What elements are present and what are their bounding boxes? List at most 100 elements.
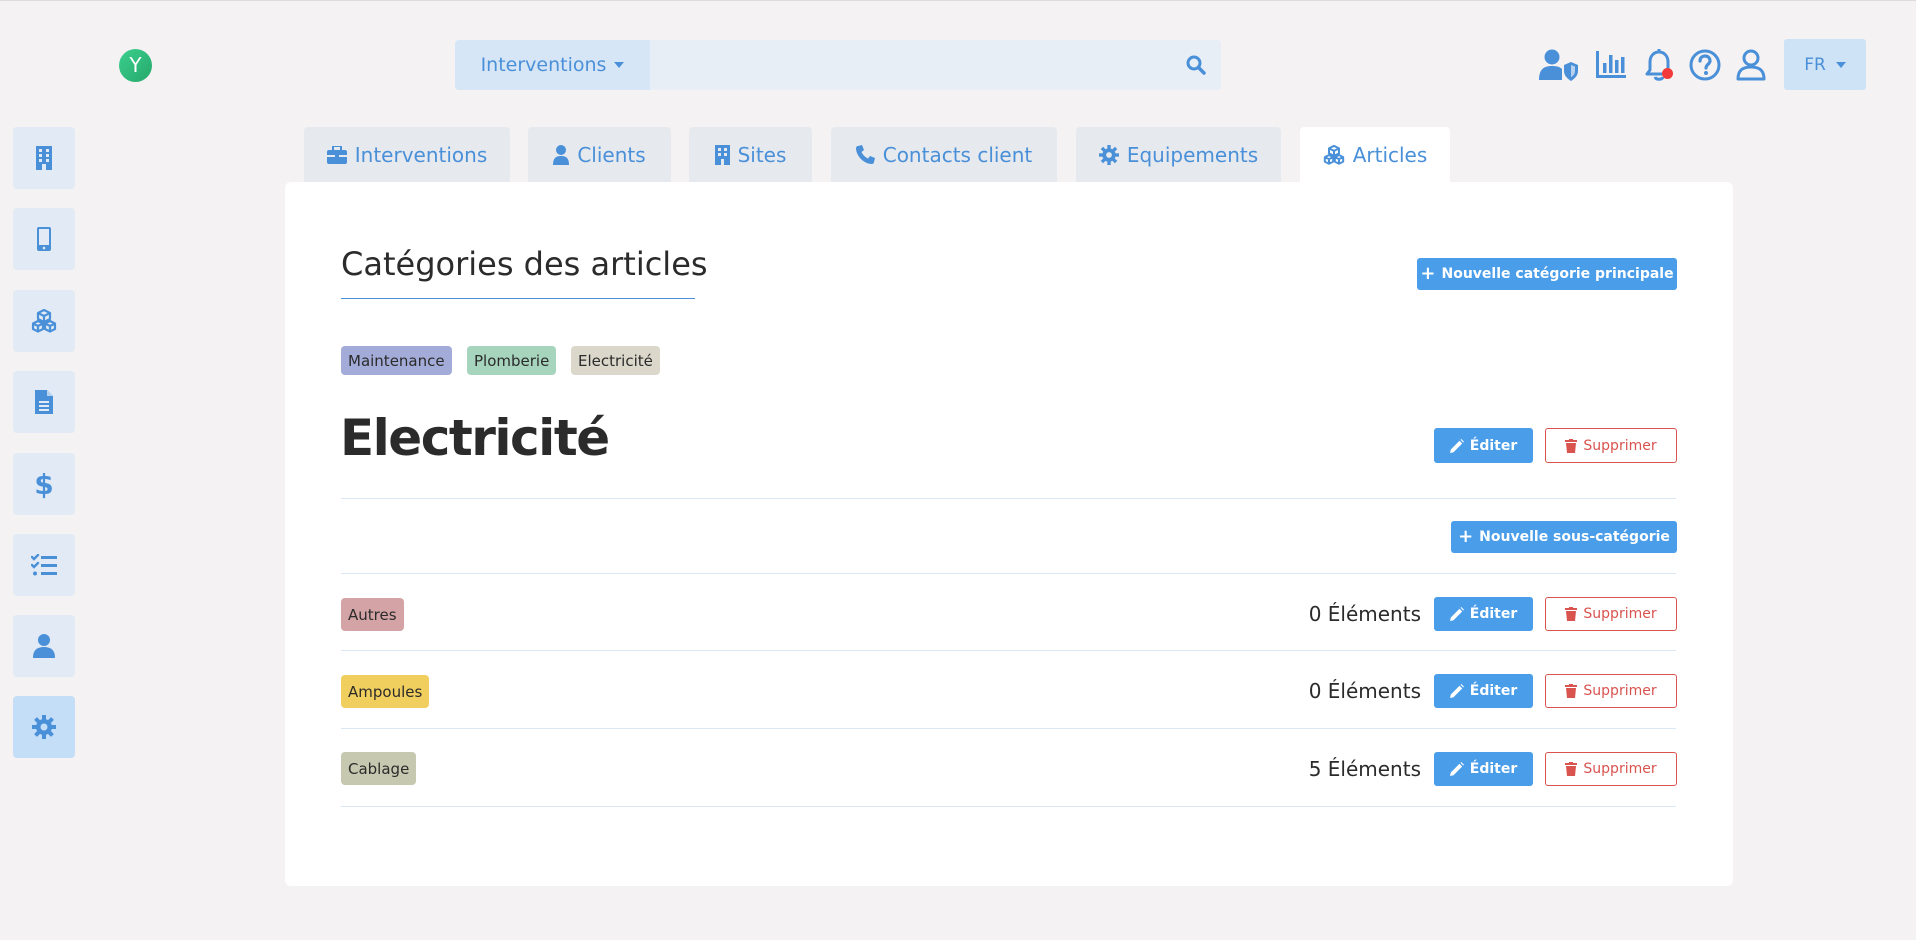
- phone-icon: [855, 145, 875, 164]
- button-label: Supprimer: [1583, 761, 1657, 777]
- tab-interventions[interactable]: Interventions: [304, 127, 510, 182]
- sidebar-item-documents[interactable]: [13, 371, 75, 433]
- chip-label: Plomberie: [474, 351, 550, 370]
- notification-dot: [1662, 68, 1673, 79]
- gear-icon: [32, 715, 56, 739]
- tab-label: Equipements: [1126, 142, 1259, 167]
- cubes-icon: [1323, 144, 1345, 165]
- pencil-icon: [1449, 684, 1464, 698]
- search-input[interactable]: [650, 40, 1171, 90]
- building-icon: [714, 144, 730, 165]
- selected-category-title: Electricité: [340, 409, 610, 467]
- tab-label: Contacts client: [882, 142, 1033, 167]
- caret-down-icon: [1835, 61, 1846, 68]
- search-icon[interactable]: [1171, 40, 1221, 90]
- plus-icon: +: [1420, 263, 1436, 284]
- edit-subcategory-button[interactable]: Éditer: [1434, 597, 1533, 631]
- button-label: Éditer: [1469, 683, 1518, 699]
- delete-subcategory-button[interactable]: Supprimer: [1545, 674, 1677, 708]
- chip-label: Maintenance: [348, 351, 445, 370]
- user-icon: [33, 634, 55, 658]
- pencil-icon: [1449, 762, 1464, 776]
- briefcase-icon: [326, 145, 347, 164]
- trash-icon: [1565, 607, 1578, 621]
- tab-equipements[interactable]: Equipements: [1076, 127, 1281, 182]
- button-label: Nouvelle catégorie principale: [1441, 266, 1674, 282]
- chip-label: Autres: [348, 605, 397, 624]
- tab-label: Clients: [577, 142, 646, 167]
- tasks-icon: [31, 554, 57, 576]
- divider: [341, 728, 1676, 729]
- profile-icon[interactable]: [1731, 45, 1771, 85]
- edit-subcategory-button[interactable]: Éditer: [1434, 674, 1533, 708]
- app-logo[interactable]: Y: [119, 49, 152, 82]
- sidebar-item-articles[interactable]: [13, 290, 75, 352]
- dollar-icon: $: [34, 467, 54, 501]
- user-shield-icon[interactable]: [1538, 45, 1578, 85]
- edit-category-button[interactable]: Éditer: [1434, 428, 1533, 463]
- page-title: Catégories des articles: [341, 245, 708, 283]
- tab-label: Sites: [737, 142, 787, 167]
- sidebar-item-buildings[interactable]: [13, 127, 75, 189]
- user-icon: [553, 144, 570, 165]
- cubes-icon: [31, 309, 57, 333]
- chart-icon[interactable]: [1591, 45, 1631, 85]
- button-label: Nouvelle sous-catégorie: [1479, 529, 1670, 545]
- main-category-chip[interactable]: Maintenance: [341, 346, 452, 375]
- divider: [341, 650, 1676, 651]
- gear-icon: [1098, 144, 1119, 165]
- pencil-icon: [1449, 438, 1464, 453]
- button-label: Supprimer: [1583, 606, 1657, 622]
- item-count: 0 Éléments: [1308, 602, 1421, 626]
- divider: [341, 806, 1676, 807]
- language-label: FR: [1804, 54, 1826, 75]
- tab-label: Interventions: [354, 142, 488, 167]
- sidebar-item-mobile[interactable]: [13, 208, 75, 270]
- language-dropdown[interactable]: FR: [1784, 39, 1866, 90]
- tab-contacts-client[interactable]: Contacts client: [831, 127, 1057, 182]
- button-label: Éditer: [1469, 437, 1518, 454]
- sidebar-item-settings[interactable]: [13, 696, 75, 758]
- chip-label: Ampoules: [348, 682, 423, 701]
- tab-articles[interactable]: Articles: [1300, 127, 1450, 182]
- button-label: Supprimer: [1583, 437, 1657, 454]
- tab-clients[interactable]: Clients: [528, 127, 671, 182]
- pencil-icon: [1449, 607, 1464, 621]
- item-count: 0 Éléments: [1308, 679, 1421, 703]
- main-category-chip[interactable]: Plomberie: [467, 346, 557, 375]
- search-scope-dropdown[interactable]: Interventions: [455, 40, 650, 90]
- subcategory-chip[interactable]: Autres: [341, 598, 404, 631]
- edit-subcategory-button[interactable]: Éditer: [1434, 752, 1533, 786]
- building-icon: [35, 146, 53, 170]
- chip-label: Cablage: [348, 759, 410, 778]
- bell-icon[interactable]: [1639, 45, 1679, 85]
- help-icon[interactable]: [1685, 45, 1725, 85]
- chip-label: Electricité: [578, 351, 653, 370]
- delete-category-button[interactable]: Supprimer: [1545, 428, 1677, 463]
- trash-icon: [1565, 684, 1578, 698]
- sidebar-item-users[interactable]: [13, 615, 75, 677]
- divider: [341, 573, 1676, 574]
- main-category-chip[interactable]: Electricité: [571, 346, 660, 375]
- search-scope-label: Interventions: [480, 54, 607, 76]
- button-label: Éditer: [1469, 761, 1518, 777]
- trash-icon: [1565, 438, 1578, 453]
- item-count: 5 Éléments: [1308, 757, 1421, 781]
- trash-icon: [1565, 762, 1578, 776]
- document-icon: [35, 390, 53, 414]
- sidebar-item-tasks[interactable]: [13, 534, 75, 596]
- divider: [341, 498, 1676, 499]
- delete-subcategory-button[interactable]: Supprimer: [1545, 597, 1677, 631]
- subcategory-chip[interactable]: Cablage: [341, 752, 417, 785]
- title-underline: [341, 298, 695, 299]
- delete-subcategory-button[interactable]: Supprimer: [1545, 752, 1677, 786]
- mobile-icon: [37, 227, 51, 251]
- new-main-category-button[interactable]: + Nouvelle catégorie principale: [1417, 258, 1677, 290]
- button-label: Supprimer: [1583, 683, 1657, 699]
- subcategory-chip[interactable]: Ampoules: [341, 675, 430, 708]
- new-subcategory-button[interactable]: + Nouvelle sous-catégorie: [1451, 521, 1677, 553]
- sidebar-item-finance[interactable]: $: [13, 453, 75, 515]
- caret-down-icon: [614, 62, 625, 68]
- button-label: Éditer: [1469, 606, 1518, 622]
- tab-sites[interactable]: Sites: [689, 127, 812, 182]
